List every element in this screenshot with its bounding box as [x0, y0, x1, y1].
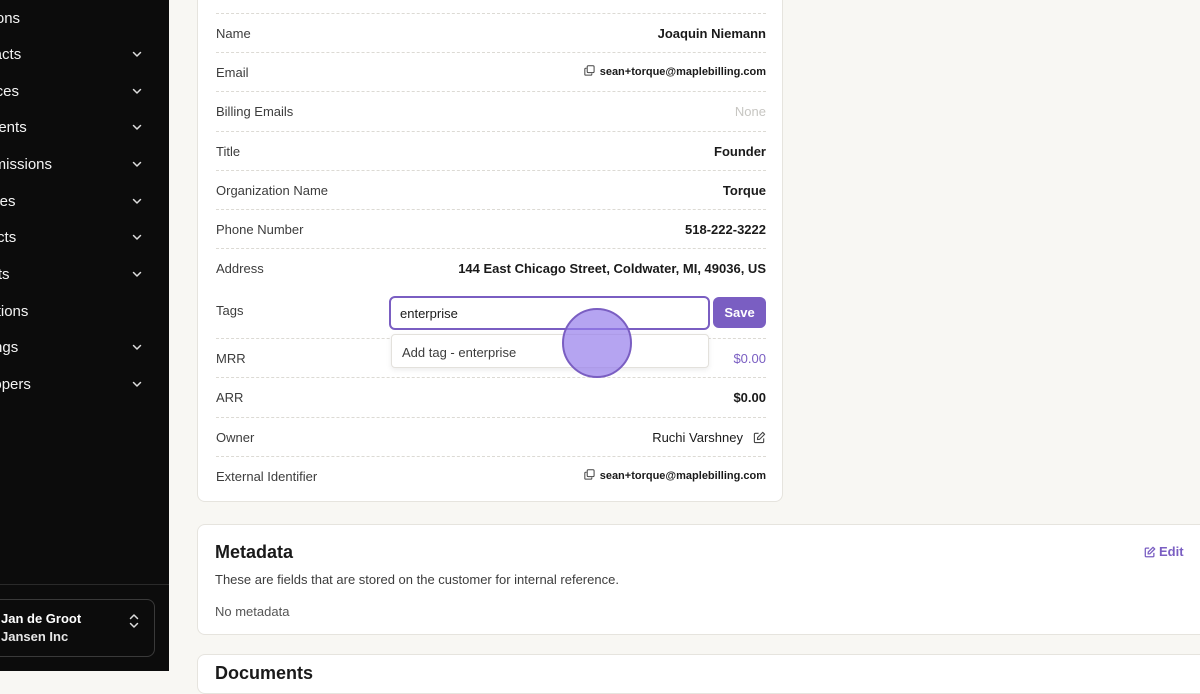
sidebar-item-label: Products	[0, 228, 17, 246]
sidebar-item-invoices[interactable]: Invoices	[0, 77, 169, 105]
email-value[interactable]: sean+torque@maplebilling.com	[584, 65, 766, 78]
sidebar-item-payments[interactable]: Payments	[0, 113, 169, 141]
row-value: Torque	[722, 183, 766, 198]
copy-icon[interactable]	[584, 469, 595, 480]
sidebar-item-label: Integrations	[0, 302, 29, 320]
detail-row-phone-number: Phone Number 518-222-3222	[216, 209, 766, 248]
detail-row-arr: ARR $0.00	[216, 377, 766, 416]
cursor-indicator	[562, 308, 632, 378]
row-label: Address	[216, 261, 264, 276]
row-value: Founder	[714, 144, 766, 159]
metadata-empty-state: No metadata	[215, 604, 290, 619]
sidebar-item-reports[interactable]: Reports	[0, 260, 169, 288]
account-org: Jansen Inc	[1, 629, 69, 644]
external-id-text: sean+torque@maplebilling.com	[599, 470, 766, 482]
row-label: Organization Name	[216, 183, 328, 198]
sidebar-item-label: Sales	[0, 192, 16, 210]
chevron-down-icon	[132, 88, 142, 94]
chevron-down-icon	[132, 124, 142, 130]
sidebar-item-integrations[interactable]: Integrations	[0, 297, 169, 325]
sidebar-item-label: Payments	[0, 118, 27, 136]
chevron-down-icon	[132, 381, 142, 387]
owner-value: Ruchi Varshney	[652, 430, 766, 445]
chevron-down-icon	[132, 344, 142, 350]
sidebar-item-label: Contacts	[0, 45, 22, 63]
documents-card: Documents	[197, 654, 1200, 694]
metadata-edit-label: Edit	[1159, 544, 1184, 559]
owner-name: Ruchi Varshney	[652, 430, 743, 445]
sidebar-item-label: Invoices	[0, 82, 20, 100]
sidebar-item-products[interactable]: Products	[0, 223, 169, 251]
row-value: None	[734, 104, 766, 119]
sidebar-item-label: Settings	[0, 338, 19, 356]
detail-row-title: Title Founder	[216, 131, 766, 170]
detail-row-billing-emails: Billing Emails None	[216, 91, 766, 130]
sidebar-item-commissions[interactable]: Commissions	[0, 150, 169, 178]
sidebar-item-sales[interactable]: Sales	[0, 187, 169, 215]
email-text: sean+torque@maplebilling.com	[599, 66, 766, 78]
row-label: ARR	[216, 390, 244, 405]
metadata-card: Metadata These are fields that are store…	[197, 524, 1200, 635]
row-value: Joaquin Niemann	[657, 26, 766, 41]
documents-title: Documents	[215, 663, 314, 683]
chevron-up-down-icon	[129, 614, 139, 628]
edit-icon[interactable]	[753, 431, 766, 444]
account-switcher[interactable]: Jan de Groot Jansen Inc	[0, 599, 155, 657]
chevron-down-icon	[132, 198, 142, 204]
row-label: External Identifier	[216, 469, 318, 484]
row-value: 518-222-3222	[685, 222, 766, 237]
detail-row-address: Address 144 East Chicago Street, Coldwat…	[216, 248, 766, 287]
sidebar-item-label: Developers	[0, 375, 31, 393]
row-label: MRR	[216, 351, 246, 366]
sidebar-item-developers[interactable]: Developers	[0, 370, 169, 398]
row-label: Billing Emails	[216, 104, 294, 119]
sidebar-item-label: Subscriptions	[0, 9, 21, 27]
sidebar-divider	[0, 584, 169, 585]
chevron-down-icon	[132, 234, 142, 240]
save-tag-button[interactable]: Save	[713, 297, 766, 328]
account-name: Jan de Groot	[1, 611, 82, 626]
detail-row-tags: Tags	[216, 287, 243, 339]
metadata-title: Metadata	[215, 542, 294, 562]
chevron-down-icon	[132, 51, 142, 57]
tag-input[interactable]	[389, 296, 710, 330]
copy-icon[interactable]	[584, 65, 595, 76]
detail-row-external-identifier: External Identifier sean+torque@maplebil…	[216, 456, 766, 495]
sidebar-item-contacts[interactable]: Contacts	[0, 40, 169, 68]
detail-row-email: Email sean+torque@maplebilling.com	[216, 52, 766, 91]
sidebar-item-settings[interactable]: Settings	[0, 333, 169, 361]
edit-icon	[1144, 546, 1156, 558]
mrr-value[interactable]: $0.00	[733, 351, 766, 366]
sidebar-item-label: Commissions	[0, 155, 53, 173]
add-tag-option[interactable]: Add tag - enterprise	[402, 345, 516, 360]
row-label: Tags	[216, 303, 244, 318]
sidebar-item-label: Reports	[0, 265, 10, 283]
row-label: Email	[216, 65, 249, 80]
row-label: Owner	[216, 430, 255, 445]
external-id-value[interactable]: sean+torque@maplebilling.com	[584, 469, 766, 482]
sidebar-item-subscriptions[interactable]: Subscriptions	[0, 4, 169, 32]
row-label: Name	[216, 26, 251, 41]
detail-row-name: Name Joaquin Niemann	[216, 13, 766, 52]
row-value: 144 East Chicago Street, Coldwater, MI, …	[458, 261, 766, 276]
detail-row-owner: Owner Ruchi Varshney	[216, 417, 766, 456]
row-value: $0.00	[733, 390, 766, 405]
row-label: Phone Number	[216, 222, 304, 237]
metadata-edit-button[interactable]: Edit	[1144, 544, 1184, 559]
detail-row-organization-name: Organization Name Torque	[216, 170, 766, 209]
customer-details-card: Name Joaquin Niemann Email sean+torque@m…	[197, 0, 783, 502]
metadata-description: These are fields that are stored on the …	[215, 572, 619, 587]
chevron-down-icon	[132, 271, 142, 277]
chevron-down-icon	[132, 161, 142, 167]
tag-suggestion-dropdown: Add tag - enterprise	[391, 334, 709, 368]
sidebar: Subscriptions Contacts Invoices Payments…	[0, 0, 169, 671]
row-label: Title	[216, 144, 241, 159]
